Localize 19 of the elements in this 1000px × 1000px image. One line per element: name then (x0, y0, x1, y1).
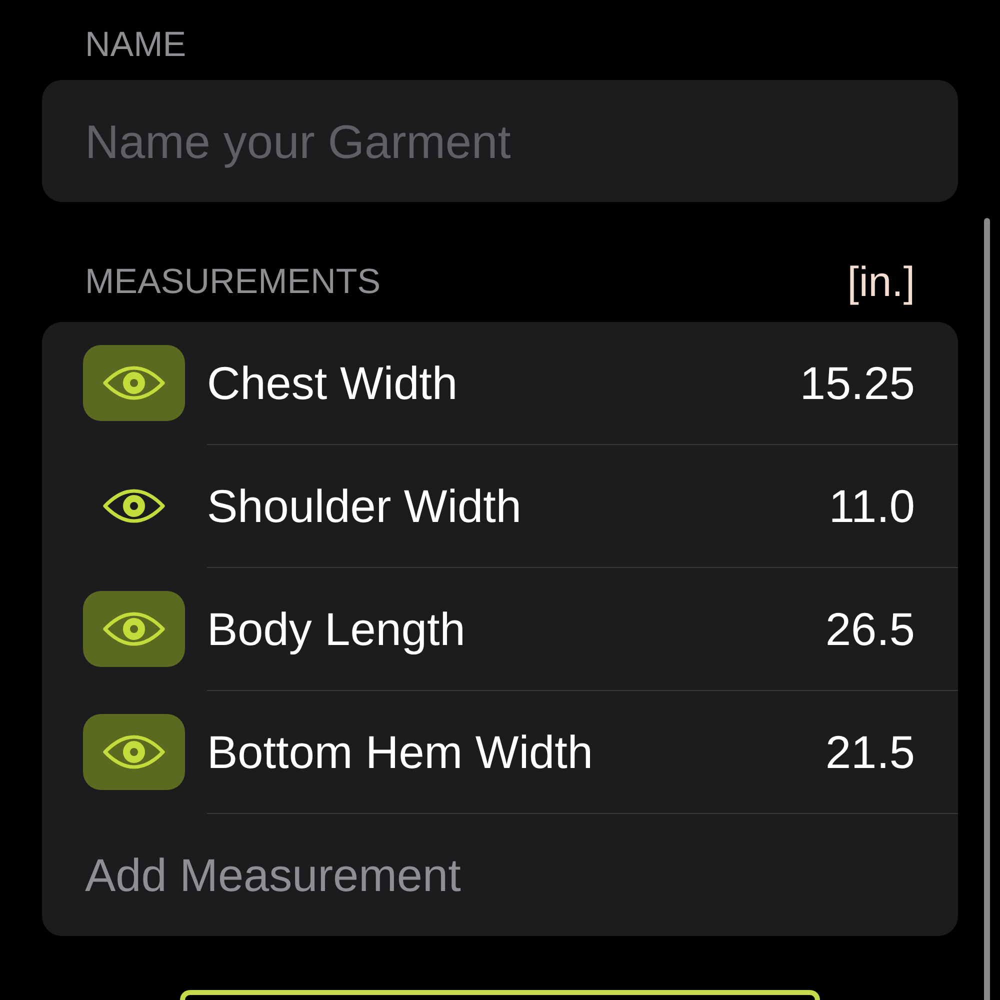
measurement-value: 15.25 (800, 356, 915, 410)
unit-label[interactable]: [in.] (847, 259, 915, 305)
outlined-button[interactable] (180, 990, 820, 1000)
eye-icon[interactable] (83, 714, 185, 790)
measurement-value: 26.5 (825, 602, 915, 656)
measurement-name: Body Length (207, 602, 466, 656)
name-label: NAME (85, 25, 186, 65)
measurement-name: Bottom Hem Width (207, 725, 593, 779)
eye-icon[interactable] (102, 486, 166, 526)
measurement-value: 21.5 (825, 725, 915, 779)
scrollbar-thumb[interactable] (984, 218, 990, 1000)
name-input-field[interactable]: Name your Garment (42, 80, 958, 202)
eye-icon[interactable] (83, 345, 185, 421)
add-measurement-button[interactable]: Add Measurement (85, 848, 461, 902)
measurement-name: Chest Width (207, 356, 458, 410)
measurement-value: 11.0 (828, 479, 915, 533)
measurements-label: MEASUREMENTS (85, 262, 381, 302)
measurement-name: Shoulder Width (207, 479, 522, 533)
eye-icon[interactable] (83, 591, 185, 667)
